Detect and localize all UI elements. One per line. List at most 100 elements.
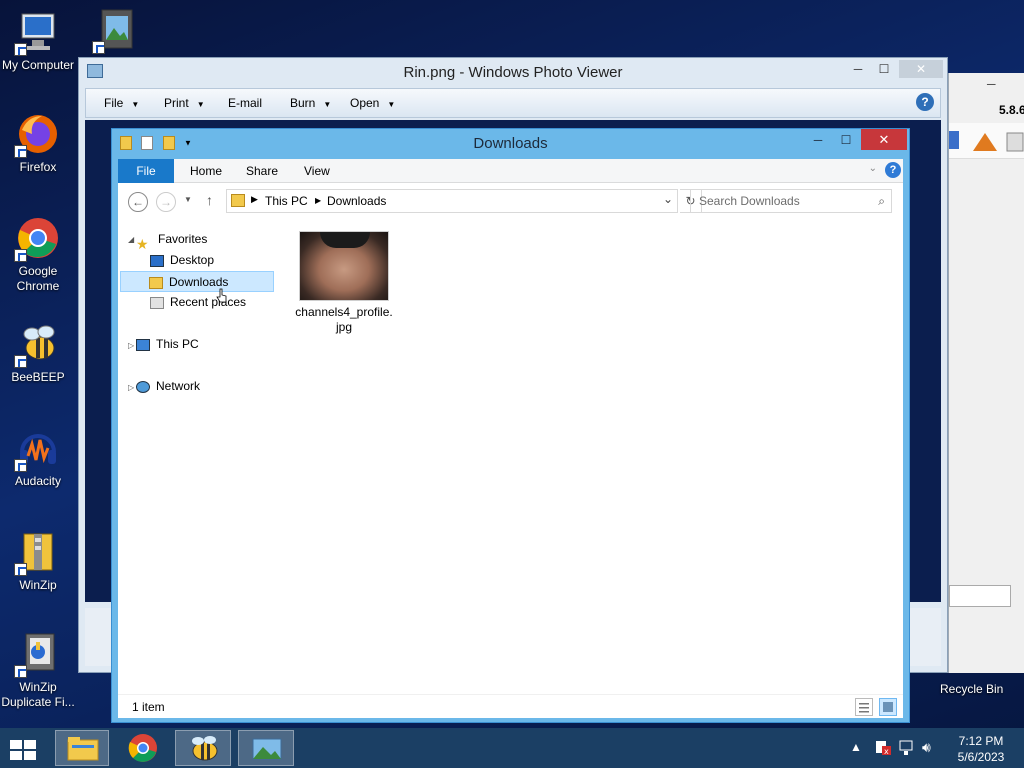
forward-button[interactable]: → <box>156 192 176 212</box>
firefox-icon <box>14 112 60 158</box>
desktop-icon-winzip[interactable]: WinZip <box>0 530 76 593</box>
winzip-duplicate-icon <box>14 632 60 678</box>
search-icon[interactable]: ⌕ <box>878 190 885 212</box>
chevron-right-icon: ▶ <box>315 196 322 205</box>
details-view-button[interactable] <box>855 698 873 716</box>
navigation-pane: ◢ ★ Favorites Desktop Downloads Recent pl… <box>118 219 278 694</box>
taskbar-file-explorer[interactable] <box>55 730 109 766</box>
menu-burn[interactable]: Burn ▼ <box>290 96 331 110</box>
maximize-button[interactable]: ☐ <box>871 60 897 78</box>
taskbar: ▲ x 🔊︎ 7:12 PM 5/6/2023 <box>0 728 1024 768</box>
search-input[interactable]: Search Downloads ⌕ <box>690 189 892 213</box>
explorer-content: ◢ ★ Favorites Desktop Downloads Recent pl… <box>118 219 903 694</box>
ribbon-tabs: File Home Share View ⌄ ? <box>118 159 903 183</box>
desktop-icon-winzip-duplicate[interactable]: WinZip Duplicate Fi... <box>0 632 76 710</box>
desktop-icon-audacity[interactable]: Audacity <box>0 426 76 489</box>
breadcrumb-downloads[interactable]: Downloads <box>327 194 386 208</box>
recent-locations-chevron-icon[interactable]: ▼ <box>184 195 192 204</box>
computer-icon <box>14 10 60 56</box>
downloads-folder-icon <box>231 194 245 207</box>
taskbar-beebeep[interactable] <box>175 730 231 766</box>
photo-viewer-title: Rin.png - Windows Photo Viewer <box>403 64 623 81</box>
close-button[interactable]: ✕ <box>899 60 943 78</box>
address-dropdown-icon[interactable]: ⌄ <box>663 192 673 206</box>
desktop-icon-beebeep[interactable]: BeeBEEP <box>0 322 76 385</box>
desktop-icon-label: Firefox <box>19 160 57 174</box>
nav-recent-places[interactable]: Recent places <box>146 292 246 313</box>
minimize-button[interactable]: ─ <box>845 60 871 78</box>
back-button[interactable]: ← <box>128 192 148 212</box>
star-icon: ★ <box>136 235 149 252</box>
nav-network[interactable]: Network <box>136 376 200 397</box>
network-icon <box>136 380 150 393</box>
windows-logo-icon <box>10 740 38 762</box>
volume-icon[interactable]: 🔊︎ <box>922 739 931 768</box>
details-view-icon <box>859 703 869 713</box>
expand-arrow-icon[interactable]: ◢ <box>128 235 134 244</box>
taskbar-chrome[interactable] <box>116 730 170 766</box>
hand-cursor-icon <box>216 288 227 303</box>
menu-file[interactable]: File ▼ <box>104 96 139 110</box>
minimize-icon[interactable]: ─ <box>987 77 996 91</box>
desktop-icon-my-computer[interactable]: My Computer <box>0 10 76 73</box>
tab-share[interactable]: Share <box>232 159 292 183</box>
up-arrow-icon[interactable]: ↑ <box>206 192 213 208</box>
desktop-icon-firefox[interactable]: Firefox <box>0 112 76 175</box>
nav-downloads[interactable]: Downloads <box>120 271 274 292</box>
breadcrumb-this-pc[interactable]: This PC <box>265 194 308 208</box>
minimize-button[interactable]: ─ <box>805 131 831 149</box>
chevron-right-icon: ▶ <box>251 194 258 204</box>
menu-print[interactable]: Print ▼ <box>164 96 205 110</box>
desktop-icon-label: WinZip Duplicate Fi... <box>1 680 75 709</box>
file-item[interactable]: channels4_profile.jpg <box>294 231 394 335</box>
computer-icon <box>136 338 150 351</box>
tab-view[interactable]: View <box>290 159 344 183</box>
item-count: 1 item <box>132 700 165 714</box>
help-icon[interactable]: ? <box>916 93 934 111</box>
photo-viewer-titlebar[interactable]: Rin.png - Windows Photo Viewer ─ ☐ ✕ <box>79 58 947 86</box>
desktop-icon-label: My Computer <box>1 58 75 72</box>
desktop-icon <box>150 254 164 267</box>
bee-icon <box>14 322 60 368</box>
collapse-arrow-icon[interactable]: ▷ <box>128 383 134 392</box>
network-status-icon[interactable] <box>898 739 916 768</box>
desktop-icon-label: BeeBEEP <box>11 370 65 384</box>
desktop-icon-label: Google Chrome <box>16 264 60 293</box>
nav-this-pc[interactable]: This PC <box>136 334 199 355</box>
chrome-icon <box>14 216 60 262</box>
background-app-window[interactable]: ─ 5.8.6 <box>948 73 1024 673</box>
winzip-icon <box>14 530 60 576</box>
system-clock[interactable]: 7:12 PM 5/6/2023 <box>950 733 1012 765</box>
menu-open[interactable]: Open ▼ <box>350 96 395 110</box>
desktop-icon-chrome[interactable]: Google Chrome <box>0 216 76 294</box>
help-icon[interactable]: ? <box>885 162 901 178</box>
taskbar-photo-viewer[interactable] <box>238 730 294 766</box>
nav-desktop[interactable]: Desktop <box>146 250 214 271</box>
show-hidden-icons[interactable]: ▲ <box>850 740 862 768</box>
action-center-icon[interactable]: x <box>874 738 892 768</box>
toolbar-icons <box>949 131 1024 152</box>
large-icons-view-icon <box>883 702 893 712</box>
menu-email[interactable]: E-mail <box>228 96 262 110</box>
clock-date: 5/6/2023 <box>957 750 1005 764</box>
tab-home[interactable]: Home <box>176 159 236 183</box>
nav-favorites[interactable]: ★ Favorites <box>136 229 207 252</box>
desktop-icon-recycle-bin[interactable]: Recycle Bin <box>940 682 1003 696</box>
toolbar-strip <box>949 123 1024 159</box>
image-thumbnail <box>299 231 389 301</box>
close-button[interactable]: ✕ <box>861 129 907 150</box>
address-bar[interactable]: ▶ This PC ▶ Downloads ⌄ <box>226 189 678 213</box>
desktop-icon-photo[interactable] <box>78 8 154 56</box>
bee-icon <box>192 736 218 761</box>
large-icons-view-button[interactable] <box>879 698 897 716</box>
audacity-icon <box>14 426 60 472</box>
expand-ribbon-icon[interactable]: ⌄ <box>869 163 877 174</box>
start-button[interactable] <box>0 730 56 766</box>
navigation-bar: ← → ▼ ↑ ▶ This PC ▶ Downloads ⌄ ↻ Search… <box>118 183 903 219</box>
explorer-window[interactable]: ▼ Downloads ─ ☐ ✕ File Home Share View ⌄… <box>111 128 910 723</box>
maximize-button[interactable]: ☐ <box>833 131 859 149</box>
tab-file[interactable]: File <box>118 159 174 183</box>
input-field[interactable] <box>949 585 1011 607</box>
collapse-arrow-icon[interactable]: ▷ <box>128 341 134 350</box>
clock-time: 7:12 PM <box>958 734 1004 748</box>
